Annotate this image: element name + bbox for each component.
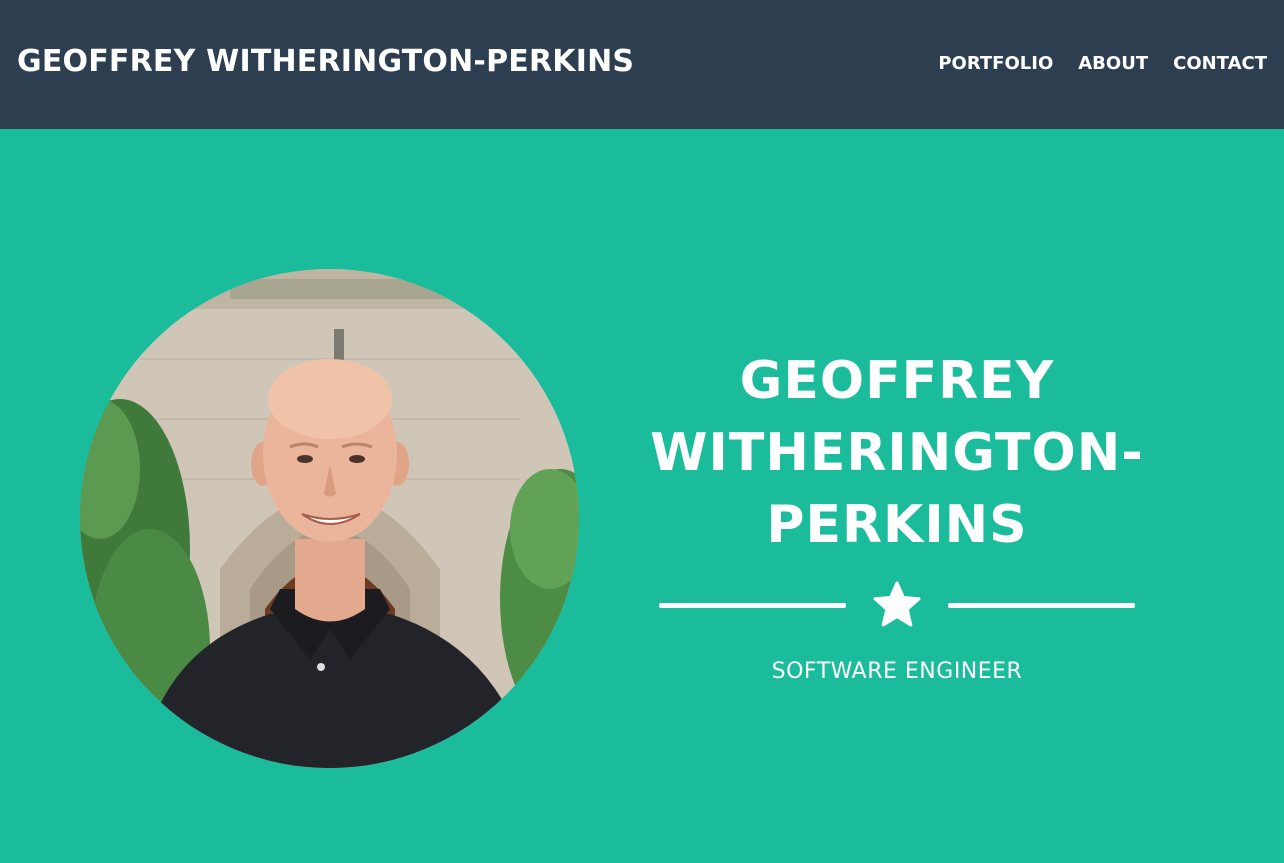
hero-name-line-3: PERKINS [766,495,1028,555]
job-title: SOFTWARE ENGINEER [771,659,1023,684]
profile-photo [80,269,579,768]
hero-name-line-1: GEOFFREY [739,351,1055,411]
hero-name: GEOFFREY WITHERINGTON- PERKINS [597,345,1197,561]
brand-link[interactable]: GEOFFREY WITHERINGTON-PERKINS [17,44,634,79]
divider-line-left [659,603,846,608]
profile-photo-image [80,269,579,768]
hero-section: GEOFFREY WITHERINGTON- PERKINS SOFTWARE … [0,129,1284,863]
navbar: GEOFFREY WITHERINGTON-PERKINS PORTFOLIO … [0,0,1284,129]
nav-link-portfolio[interactable]: PORTFOLIO [938,53,1053,74]
hero-name-line-2: WITHERINGTON- [650,423,1144,483]
nav-link-contact[interactable]: CONTACT [1173,53,1267,74]
nav-links: PORTFOLIO ABOUT CONTACT [938,53,1267,74]
star-divider [659,581,1135,629]
intro-block: GEOFFREY WITHERINGTON- PERKINS SOFTWARE … [597,345,1197,684]
divider-line-right [948,603,1135,608]
nav-link-about[interactable]: ABOUT [1078,53,1148,74]
star-icon [873,581,921,627]
